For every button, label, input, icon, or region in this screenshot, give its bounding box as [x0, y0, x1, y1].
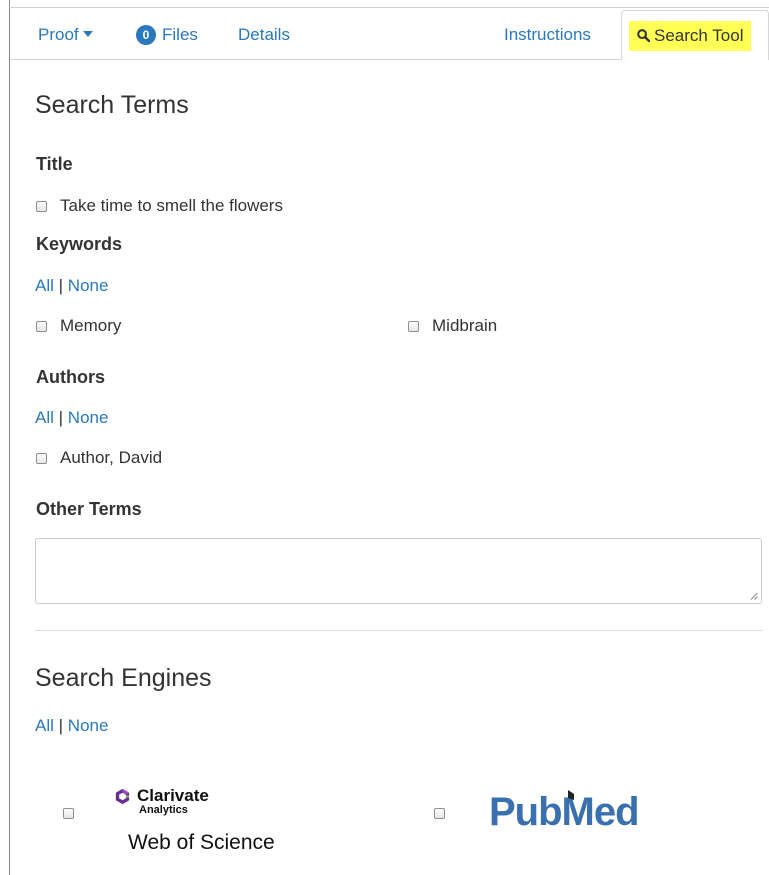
engines-select-links: All | None: [35, 716, 108, 736]
resize-grip-icon[interactable]: [750, 592, 758, 600]
title-option[interactable]: Take time to smell the flowers: [36, 196, 283, 216]
author-checkbox[interactable]: [36, 452, 47, 464]
engines-all-link[interactable]: All: [35, 716, 54, 735]
separator: |: [58, 276, 64, 295]
window-left-border: [9, 0, 10, 875]
web-of-science-label: Web of Science: [128, 831, 275, 854]
keyword-label: Midbrain: [432, 316, 498, 335]
keyword-midbrain-checkbox[interactable]: [408, 320, 419, 332]
keyword-label: Memory: [60, 316, 122, 335]
search-engines-heading: Search Engines: [35, 664, 212, 692]
keyword-memory-checkbox[interactable]: [36, 320, 47, 332]
separator: |: [58, 716, 64, 735]
keywords-select-links: All | None: [35, 276, 108, 296]
clarivate-sub: Analytics: [139, 804, 188, 816]
authors-none-link[interactable]: None: [68, 408, 109, 427]
search-icon: [637, 29, 650, 42]
other-terms-textarea[interactable]: [35, 538, 762, 604]
section-divider: [35, 630, 762, 631]
pubmed-book-icon: [568, 790, 574, 800]
files-tab[interactable]: 0 Files: [136, 25, 198, 45]
web-of-science-checkbox[interactable]: [63, 808, 74, 819]
title-checkbox[interactable]: [36, 200, 47, 212]
search-tool-label: Search Tool: [654, 26, 744, 45]
caret-down-icon: [82, 31, 93, 37]
engines-none-link[interactable]: None: [68, 716, 109, 735]
keywords-all-link[interactable]: All: [35, 276, 54, 295]
keyword-option-memory[interactable]: Memory: [36, 316, 121, 336]
proof-menu[interactable]: Proof: [38, 25, 93, 45]
other-terms-label: Other Terms: [36, 499, 142, 519]
nav-bottom-border: [10, 59, 621, 60]
keywords-none-link[interactable]: None: [68, 276, 109, 295]
title-label: Title: [36, 154, 73, 174]
top-nav: Proof 0 Files Details Instructions Search…: [10, 8, 769, 60]
separator: |: [58, 408, 64, 427]
authors-select-links: All | None: [35, 408, 108, 428]
keyword-option-midbrain[interactable]: Midbrain: [408, 316, 497, 336]
details-tab[interactable]: Details: [238, 25, 290, 45]
title-option-label: Take time to smell the flowers: [60, 196, 283, 215]
author-label: Author, David: [60, 448, 163, 467]
author-option[interactable]: Author, David: [36, 448, 162, 468]
search-terms-heading: Search Terms: [35, 91, 189, 119]
pubmed-checkbox[interactable]: [434, 808, 445, 819]
clarivate-brand: Clarivate: [137, 786, 209, 805]
authors-all-link[interactable]: All: [35, 408, 54, 427]
files-count-badge: 0: [136, 25, 156, 45]
files-label: Files: [162, 25, 198, 44]
pubmed-logo: PubMed: [489, 790, 640, 834]
clarivate-logo-icon: [115, 788, 130, 805]
search-tool-highlight[interactable]: Search Tool: [629, 21, 752, 51]
proof-label: Proof: [38, 25, 79, 44]
search-tool-tab[interactable]: Search Tool: [621, 10, 769, 60]
authors-label: Authors: [36, 367, 105, 387]
instructions-tab[interactable]: Instructions: [504, 25, 591, 45]
keywords-label: Keywords: [36, 234, 123, 254]
